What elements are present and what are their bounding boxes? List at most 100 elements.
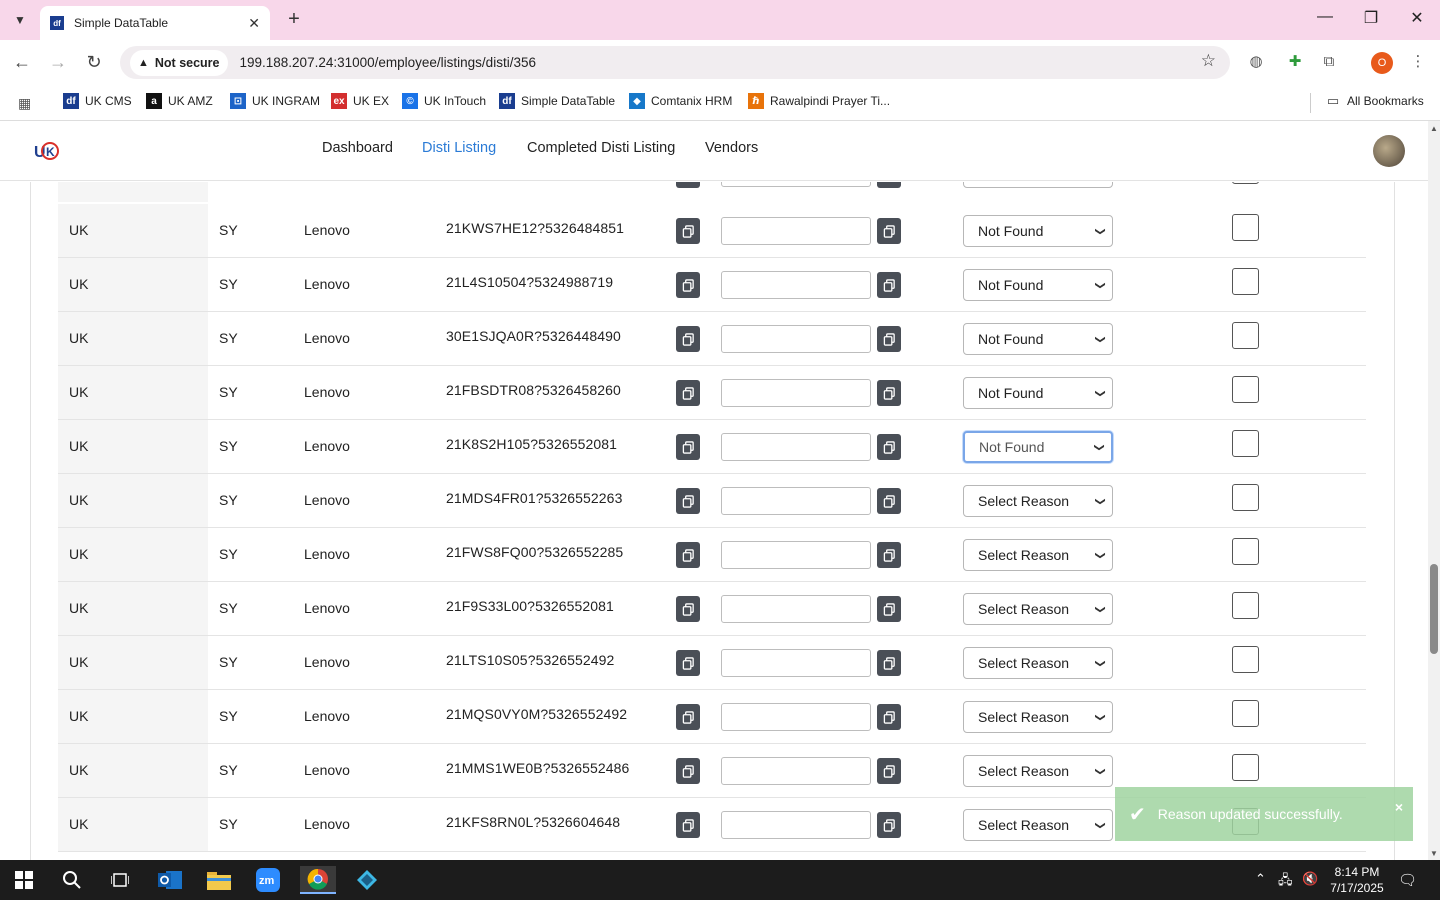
value-input[interactable] [721, 811, 871, 839]
browser-tab-active[interactable]: df Simple DataTable ✕ [40, 6, 270, 40]
copy-part-button[interactable] [676, 272, 700, 298]
not-secure-chip[interactable]: ▲ Not secure [130, 49, 228, 76]
toast-close-icon[interactable]: × [1395, 799, 1403, 815]
copy-value-button[interactable] [877, 326, 901, 352]
copy-part-button[interactable] [676, 380, 700, 406]
value-input[interactable] [721, 595, 871, 623]
nav-completed-disti-listing[interactable]: Completed Disti Listing [527, 140, 675, 156]
apps-grid-icon[interactable]: ▦ [18, 95, 31, 112]
reason-select[interactable]: Select Reason ❯ [963, 701, 1113, 733]
value-input[interactable] [721, 217, 871, 245]
copy-value-button[interactable] [877, 380, 901, 406]
reason-select[interactable]: Select Reason ❯ [963, 485, 1113, 517]
outlook-icon[interactable] [152, 866, 188, 894]
reason-select[interactable]: Select Reason ❯ [963, 593, 1113, 625]
task-view-icon[interactable] [102, 866, 138, 894]
copy-part-button[interactable] [676, 758, 700, 784]
copy-value-button[interactable] [877, 218, 901, 244]
bookmark-item[interactable]: © UK InTouch [402, 93, 486, 109]
extensions-puzzle-icon[interactable]: ⧉ [1319, 52, 1339, 72]
reason-select[interactable]: Not Found ❯ [963, 323, 1113, 355]
scrollbar-thumb[interactable] [1430, 564, 1438, 654]
row-checkbox[interactable] [1232, 214, 1259, 241]
copy-part-button[interactable] [676, 434, 700, 460]
copy-value-button[interactable] [877, 488, 901, 514]
value-input[interactable] [721, 703, 871, 731]
browser-menu-dots-icon[interactable]: ⋮ [1408, 52, 1428, 72]
nav-disti-listing[interactable]: Disti Listing [422, 140, 496, 156]
user-avatar[interactable] [1373, 135, 1405, 167]
file-explorer-icon[interactable] [201, 866, 237, 894]
bookmark-item[interactable]: ⊡ UK INGRAM [230, 93, 320, 109]
zoom-icon[interactable]: zm [250, 866, 286, 894]
address-bar[interactable]: ▲ Not secure 199.188.207.24:31000/employe… [120, 46, 1230, 79]
bookmark-star-icon[interactable]: ☆ [1201, 51, 1216, 71]
copy-part-button[interactable] [676, 488, 700, 514]
row-checkbox[interactable] [1232, 322, 1259, 349]
search-icon[interactable] [54, 866, 90, 894]
uk-logo-icon[interactable]: U K [32, 139, 60, 163]
copy-value-button[interactable] [877, 272, 901, 298]
forward-arrow-icon[interactable]: → [46, 50, 70, 74]
back-arrow-icon[interactable]: ← [10, 50, 34, 74]
all-bookmarks-folder[interactable]: ▭ All Bookmarks [1325, 93, 1424, 109]
bookmark-item[interactable]: ex UK EX [331, 93, 389, 109]
extension-plus-icon[interactable]: ✚ [1285, 52, 1305, 72]
nav-vendors[interactable]: Vendors [705, 140, 758, 156]
bookmark-item[interactable]: a UK AMZ [146, 93, 213, 109]
window-restore-icon[interactable]: ❐ [1359, 8, 1383, 28]
scroll-down-arrow-icon[interactable]: ▼ [1430, 849, 1438, 858]
row-checkbox[interactable] [1232, 376, 1259, 403]
copy-part-button[interactable] [676, 218, 700, 244]
bookmark-item[interactable]: ℏ Rawalpindi Prayer Ti... [748, 93, 890, 109]
copy-value-button[interactable] [877, 758, 901, 784]
reason-select[interactable] [963, 182, 1113, 188]
window-close-icon[interactable]: ✕ [1405, 8, 1429, 28]
row-checkbox[interactable] [1232, 268, 1259, 295]
copy-value-button[interactable] [877, 650, 901, 676]
notifications-icon[interactable]: 🗨 [1398, 871, 1417, 889]
value-input[interactable] [721, 182, 871, 187]
reason-select[interactable]: Not Found ❯ [963, 215, 1113, 247]
new-tab-plus-icon[interactable]: + [282, 8, 306, 31]
value-input[interactable] [721, 325, 871, 353]
bookmark-item[interactable]: ◆ Comtanix HRM [629, 93, 732, 109]
window-minimize-icon[interactable]: — [1313, 8, 1337, 26]
value-input[interactable] [721, 379, 871, 407]
tab-close-icon[interactable]: ✕ [248, 15, 260, 32]
reload-icon[interactable]: ↻ [82, 50, 106, 74]
nav-dashboard[interactable]: Dashboard [322, 140, 393, 156]
taskbar-clock[interactable]: 8:14 PM 7/17/2025 [1322, 864, 1392, 896]
copy-value-button[interactable] [877, 182, 901, 188]
copy-part-button[interactable] [676, 596, 700, 622]
value-input[interactable] [721, 757, 871, 785]
copy-part-button[interactable] [676, 704, 700, 730]
copy-part-button[interactable] [676, 812, 700, 838]
row-checkbox[interactable] [1232, 592, 1259, 619]
bookmark-item[interactable]: df Simple DataTable [499, 93, 615, 109]
row-checkbox[interactable] [1232, 754, 1259, 781]
row-checkbox[interactable] [1232, 182, 1259, 184]
value-input[interactable] [721, 433, 871, 461]
copy-value-button[interactable] [877, 542, 901, 568]
copy-value-button[interactable] [877, 812, 901, 838]
copy-value-button[interactable] [877, 704, 901, 730]
tray-chevron-up-icon[interactable]: ⌃ [1255, 871, 1266, 887]
reason-select[interactable]: Select Reason ❯ [963, 539, 1113, 571]
value-input[interactable] [721, 541, 871, 569]
copy-value-button[interactable] [877, 596, 901, 622]
value-input[interactable] [721, 487, 871, 515]
bookmark-item[interactable]: df UK CMS [63, 93, 132, 109]
translate-globe-icon[interactable]: ◍ [1246, 52, 1266, 72]
reason-select[interactable]: Select Reason ❯ [963, 755, 1113, 787]
row-checkbox[interactable] [1232, 484, 1259, 511]
url-text[interactable]: 199.188.207.24:31000/employee/listings/d… [240, 55, 536, 70]
row-checkbox[interactable] [1232, 700, 1259, 727]
value-input[interactable] [721, 271, 871, 299]
tab-search-chevron-icon[interactable]: ▼ [8, 8, 32, 32]
copy-part-button[interactable] [676, 182, 700, 188]
network-icon[interactable]: 🖧 [1278, 871, 1293, 893]
row-checkbox[interactable] [1232, 646, 1259, 673]
copy-part-button[interactable] [676, 542, 700, 568]
profile-avatar[interactable]: O [1371, 52, 1393, 74]
